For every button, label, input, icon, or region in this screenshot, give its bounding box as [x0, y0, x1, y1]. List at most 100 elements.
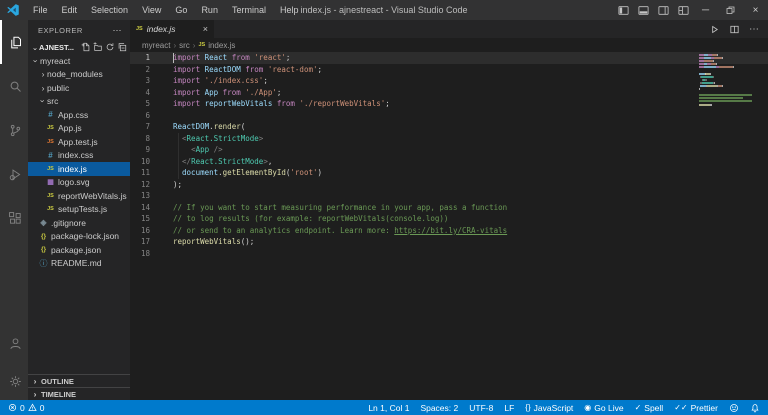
toggle-panel-icon[interactable]	[633, 0, 653, 20]
tab-index-js[interactable]: JS index.js ×	[130, 20, 214, 38]
status-indentation[interactable]: Spaces: 2	[420, 403, 458, 413]
tree-item-reportwebvitals-js[interactable]: JSreportWebVitals.js	[28, 189, 130, 203]
toggle-sidebar-icon[interactable]	[613, 0, 633, 20]
code-line: 14// If you want to start measuring perf…	[130, 202, 768, 214]
code-line: 2import ReactDOM from 'react-dom';	[130, 64, 768, 76]
source-control-icon[interactable]	[0, 108, 28, 152]
token: React	[205, 53, 232, 62]
tree-item--gitignore[interactable]: ◈.gitignore	[28, 216, 130, 230]
customize-layout-icon[interactable]	[673, 0, 693, 20]
status-prettier[interactable]: ✓✓Prettier	[674, 403, 718, 413]
search-icon[interactable]	[0, 64, 28, 108]
vscode-window: FileEditSelectionViewGoRunTerminalHelp i…	[0, 0, 768, 415]
menu-go[interactable]: Go	[168, 0, 194, 20]
tree-item-myreact[interactable]: ›myreact	[28, 54, 130, 68]
file-label: App.css	[58, 110, 88, 120]
breadcrumb-folder[interactable]: myreact	[142, 41, 170, 50]
run-file-icon[interactable]	[709, 24, 720, 35]
menu-terminal[interactable]: Terminal	[225, 0, 273, 20]
breadcrumb-file[interactable]: index.js	[208, 41, 235, 50]
run-and-debug-icon[interactable]	[0, 152, 28, 196]
comment-link[interactable]: https://bit.ly/CRA-vitals	[394, 226, 507, 235]
extensions-icon[interactable]	[0, 196, 28, 240]
new-file-icon[interactable]	[81, 42, 91, 52]
tree-item-app-css[interactable]: #App.css	[28, 108, 130, 122]
problems-indicator[interactable]: 0 0	[8, 403, 44, 413]
toggle-secondary-sidebar-icon[interactable]	[653, 0, 673, 20]
token: (	[241, 122, 246, 131]
minimap[interactable]	[699, 54, 765, 110]
workspace-name: AJNEST...	[39, 43, 74, 52]
token: reportWebVitals	[173, 237, 241, 246]
indent-guide-line	[178, 133, 179, 145]
timeline-section[interactable]: › TIMELINE	[28, 387, 130, 400]
status-go-live[interactable]: ◉Go Live	[584, 403, 623, 413]
line-content: // or send to an analytics endpoint. Lea…	[173, 225, 507, 237]
tree-item-app-test-js[interactable]: JSApp.test.js	[28, 135, 130, 149]
file-label: reportWebVitals.js	[58, 191, 127, 201]
file-tree: ›myreact›node_modules›public›src#App.css…	[28, 54, 130, 270]
tree-item-package-lock-json[interactable]: {}package-lock.json	[28, 230, 130, 244]
status-label: Go Live	[594, 403, 623, 413]
tree-item-public[interactable]: ›public	[28, 81, 130, 95]
tree-item-index-js[interactable]: JSindex.js	[28, 162, 130, 176]
tree-item-index-css[interactable]: #index.css	[28, 149, 130, 163]
menu-file[interactable]: File	[26, 0, 55, 20]
menu-run[interactable]: Run	[194, 0, 225, 20]
explorer-more-actions-icon[interactable]: ⋯	[113, 25, 123, 36]
breadcrumb-folder[interactable]: src	[179, 41, 190, 50]
file-label: logo.svg	[58, 177, 90, 187]
tab-close-icon[interactable]: ×	[203, 24, 208, 34]
editor-more-actions-icon[interactable]: ⋯	[749, 24, 759, 35]
status-encoding[interactable]: UTF-8	[469, 403, 493, 413]
chevron-right-icon: ›	[193, 41, 196, 50]
token: />	[209, 145, 223, 154]
minimap-line	[699, 69, 765, 71]
collapse-all-icon[interactable]	[117, 42, 127, 52]
minimize-button[interactable]: ─	[693, 0, 718, 20]
tree-item-app-js[interactable]: JSApp.js	[28, 122, 130, 136]
tree-item-src[interactable]: ›src	[28, 95, 130, 109]
file-label: index.css	[58, 150, 93, 160]
token: import	[173, 65, 205, 74]
close-button[interactable]: ×	[743, 0, 768, 20]
status-eol[interactable]: LF	[504, 403, 514, 413]
refresh-icon[interactable]	[105, 42, 115, 52]
line-content: import reportWebVitals from './reportWeb…	[173, 98, 390, 110]
settings-gear-icon[interactable]	[0, 362, 28, 400]
token: );	[173, 180, 182, 189]
status-spell[interactable]: ✓Spell	[635, 403, 664, 413]
tree-item-node-modules[interactable]: ›node_modules	[28, 68, 130, 82]
restore-button[interactable]	[718, 0, 743, 20]
explorer-icon[interactable]	[0, 20, 28, 64]
git-file-icon: ◈	[39, 218, 48, 227]
tree-item-setuptests-js[interactable]: JSsetupTests.js	[28, 203, 130, 217]
menu-selection[interactable]: Selection	[84, 0, 135, 20]
braces-file-icon: {}	[39, 233, 48, 240]
code-line: 12);	[130, 179, 768, 191]
feedback-smiley-icon[interactable]	[729, 403, 739, 413]
token: import	[173, 53, 205, 62]
tree-item-logo-svg[interactable]: ▦logo.svg	[28, 176, 130, 190]
notifications-bell-icon[interactable]	[750, 403, 760, 413]
code-area[interactable]: 1import React from 'react';2import React…	[130, 52, 768, 400]
outline-section[interactable]: › OUTLINE	[28, 374, 130, 387]
file-label: index.js	[58, 164, 87, 174]
tree-item-readme-md[interactable]: ⓘREADME.md	[28, 257, 130, 271]
menu-edit[interactable]: Edit	[55, 0, 85, 20]
chevron-right-icon: ›	[31, 376, 39, 386]
status-language-mode[interactable]: {}JavaScript	[525, 403, 573, 413]
menu-view[interactable]: View	[135, 0, 168, 20]
minimap-line	[699, 104, 765, 106]
minimap-line	[699, 76, 765, 78]
status-cursor-position[interactable]: Ln 1, Col 1	[368, 403, 409, 413]
token: from	[232, 53, 255, 62]
split-editor-icon[interactable]	[729, 24, 740, 35]
explorer-title: EXPLORER	[38, 26, 83, 35]
account-icon[interactable]	[0, 324, 28, 362]
warning-count: 0	[40, 403, 45, 413]
line-number: 18	[130, 248, 150, 260]
workspace-section-header[interactable]: ⌄ AJNEST...	[28, 40, 130, 54]
tree-item-package-json[interactable]: {}package.json	[28, 243, 130, 257]
new-folder-icon[interactable]	[93, 42, 103, 52]
